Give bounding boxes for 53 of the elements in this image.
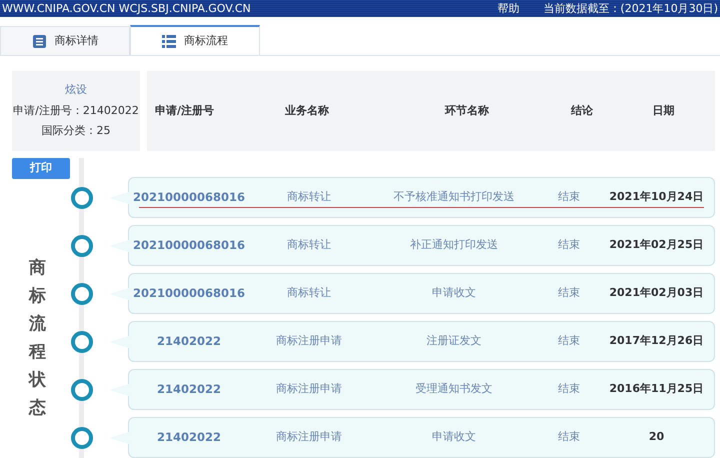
print-button[interactable]: 打印 bbox=[12, 158, 70, 179]
tab[interactable]: 商标流程 bbox=[130, 25, 260, 55]
timeline-node bbox=[71, 186, 93, 208]
column-header: 业务名称 bbox=[284, 102, 330, 119]
class-text: 国际分类：25 bbox=[42, 123, 110, 140]
step-name: 申请收文 bbox=[431, 285, 477, 302]
help-link[interactable]: 帮助 bbox=[497, 0, 520, 17]
registration-number: 申请/注册号：21402022 bbox=[13, 102, 139, 119]
business-name: 商标转让 bbox=[286, 237, 332, 254]
timeline-node bbox=[71, 378, 93, 400]
record-number[interactable]: 21402022 bbox=[129, 428, 249, 446]
result-text: 结束 bbox=[557, 237, 581, 254]
record-number[interactable]: 20210000068016 bbox=[129, 236, 249, 254]
step-name: 不予核准通知书打印发送 bbox=[392, 189, 516, 206]
date-text: 2021年02月03日 bbox=[608, 285, 705, 302]
timeline-node bbox=[71, 234, 93, 256]
site-address: WWW.CNIPA.GOV.CN WCJS.SBJ.CNIPA.GOV.CN bbox=[2, 1, 251, 17]
result-text: 结束 bbox=[557, 429, 581, 446]
business-name: 商标转让 bbox=[286, 285, 332, 302]
timeline-node bbox=[71, 282, 93, 304]
date-text: 2016年11月25日 bbox=[608, 381, 705, 398]
document-icon bbox=[32, 34, 46, 48]
timeline-node bbox=[71, 426, 93, 448]
step-name: 注册证发文 bbox=[426, 333, 482, 350]
step-name: 补正通知打印发送 bbox=[409, 237, 499, 254]
side-title: 商标流程状态 bbox=[29, 257, 46, 420]
business-name: 商标注册申请 bbox=[275, 381, 343, 398]
date-text: 20 bbox=[648, 429, 666, 446]
date-text: 2021年10月24日 bbox=[608, 189, 705, 206]
business-name: 商标注册申请 bbox=[275, 333, 343, 350]
column-header: 申请/注册号 bbox=[154, 102, 216, 119]
list-icon bbox=[162, 34, 176, 48]
step-name: 受理通知书发文 bbox=[414, 381, 494, 398]
column-header: 结论 bbox=[570, 102, 594, 119]
step-name: 申请收文 bbox=[431, 429, 477, 446]
data-date-text: 当前数据截至：(2021年10月30日) bbox=[543, 1, 718, 17]
business-name: 商标转让 bbox=[286, 189, 332, 206]
business-name: 商标注册申请 bbox=[275, 429, 343, 446]
column-header: 日期 bbox=[652, 102, 676, 119]
date-text: 2017年12月26日 bbox=[608, 333, 705, 350]
result-text: 结束 bbox=[557, 189, 581, 206]
column-header: 环节名称 bbox=[444, 102, 490, 119]
result-text: 结束 bbox=[557, 285, 581, 302]
result-text: 结束 bbox=[557, 381, 581, 398]
timeline-node bbox=[71, 330, 93, 352]
date-text: 2021年02月25日 bbox=[608, 237, 705, 254]
record-number[interactable]: 20210000068016 bbox=[129, 188, 249, 206]
record-number[interactable]: 21402022 bbox=[129, 380, 249, 398]
record-number[interactable]: 21402022 bbox=[129, 332, 249, 350]
result-text: 结束 bbox=[557, 333, 581, 350]
tab[interactable]: 商标详情 bbox=[0, 26, 130, 55]
record-number[interactable]: 20210000068016 bbox=[129, 284, 249, 302]
trademark-name: 炫设 bbox=[65, 82, 87, 98]
